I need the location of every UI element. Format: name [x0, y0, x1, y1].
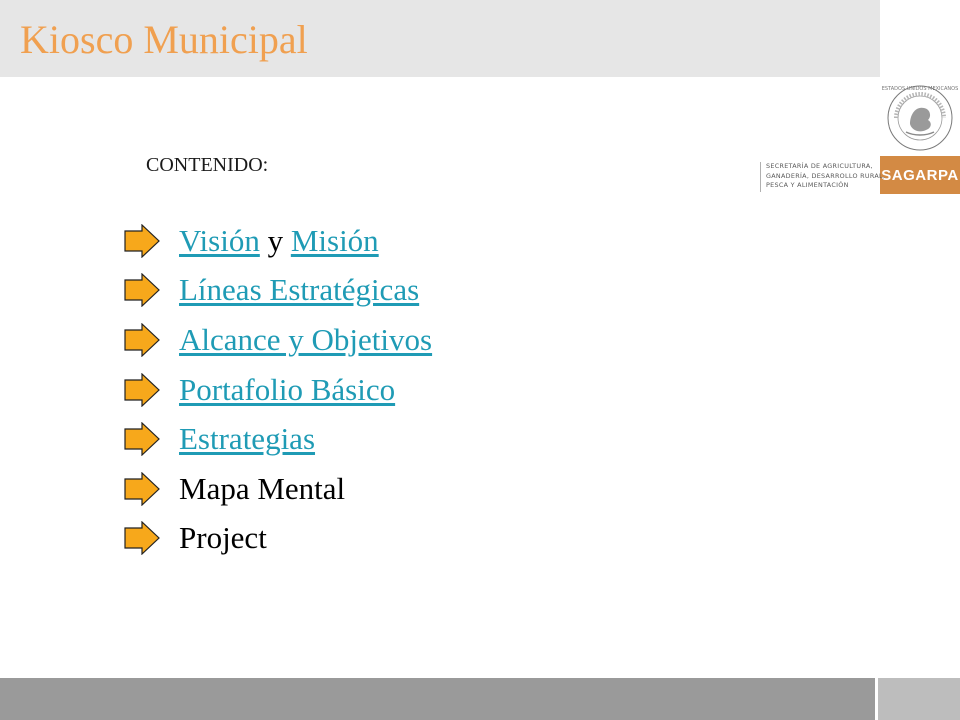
portafolio-basico-link[interactable]: Portafolio Básico: [179, 372, 395, 407]
orange-arrow-icon: [124, 322, 160, 357]
secretaria-line-2: GANADERÍA, DESARROLLO RURAL,: [766, 171, 886, 180]
mexican-coat-of-arms-icon: ESTADOS UNIDOS MEXICANOS: [882, 85, 959, 151]
footer-band: [0, 678, 875, 720]
list-item: Portafolio Básico: [124, 365, 432, 415]
orange-arrow-icon: [124, 223, 160, 258]
sagarpa-badge: SAGARPA: [880, 156, 960, 194]
project-text: Project: [179, 520, 267, 556]
mision-link[interactable]: Misión: [291, 223, 379, 258]
list-item: Alcance y Objetivos: [124, 315, 432, 365]
list-item-text: Visión y Misión: [179, 223, 379, 259]
contents-list: Visión y Misión Líneas Estratégicas Alca…: [124, 216, 432, 563]
vision-link[interactable]: Visión: [179, 223, 260, 258]
seal-text: ESTADOS UNIDOS MEXICANOS: [882, 86, 959, 92]
secretaria-line-1: SECRETARÍA DE AGRICULTURA,: [766, 162, 873, 170]
orange-arrow-icon: [124, 422, 160, 457]
list-item: Project: [124, 514, 432, 564]
mapa-mental-text: Mapa Mental: [179, 470, 346, 506]
list-item: Mapa Mental: [124, 464, 432, 514]
list-item: Visión y Misión: [124, 216, 432, 266]
alcance-objetivos-link[interactable]: Alcance y Objetivos: [179, 322, 432, 357]
secretaria-text: SECRETARÍA DE AGRICULTURA, GANADERÍA, DE…: [760, 162, 886, 192]
orange-arrow-icon: [124, 471, 160, 506]
estrategias-link[interactable]: Estrategias: [179, 421, 315, 456]
list-item: Líneas Estratégicas: [124, 266, 432, 316]
page-title: Kiosco Municipal: [20, 17, 308, 62]
section-heading: CONTENIDO:: [146, 154, 269, 176]
orange-arrow-icon: [124, 372, 160, 407]
lineas-estrategicas-link[interactable]: Líneas Estratégicas: [179, 272, 419, 307]
orange-arrow-icon: [124, 521, 160, 556]
footer-corner: [878, 678, 960, 720]
list-item: Estrategias: [124, 414, 432, 464]
joiner-text: y: [267, 222, 284, 258]
orange-arrow-icon: [124, 273, 160, 308]
secretaria-line-3: PESCA Y ALIMENTACIÓN: [766, 181, 849, 189]
